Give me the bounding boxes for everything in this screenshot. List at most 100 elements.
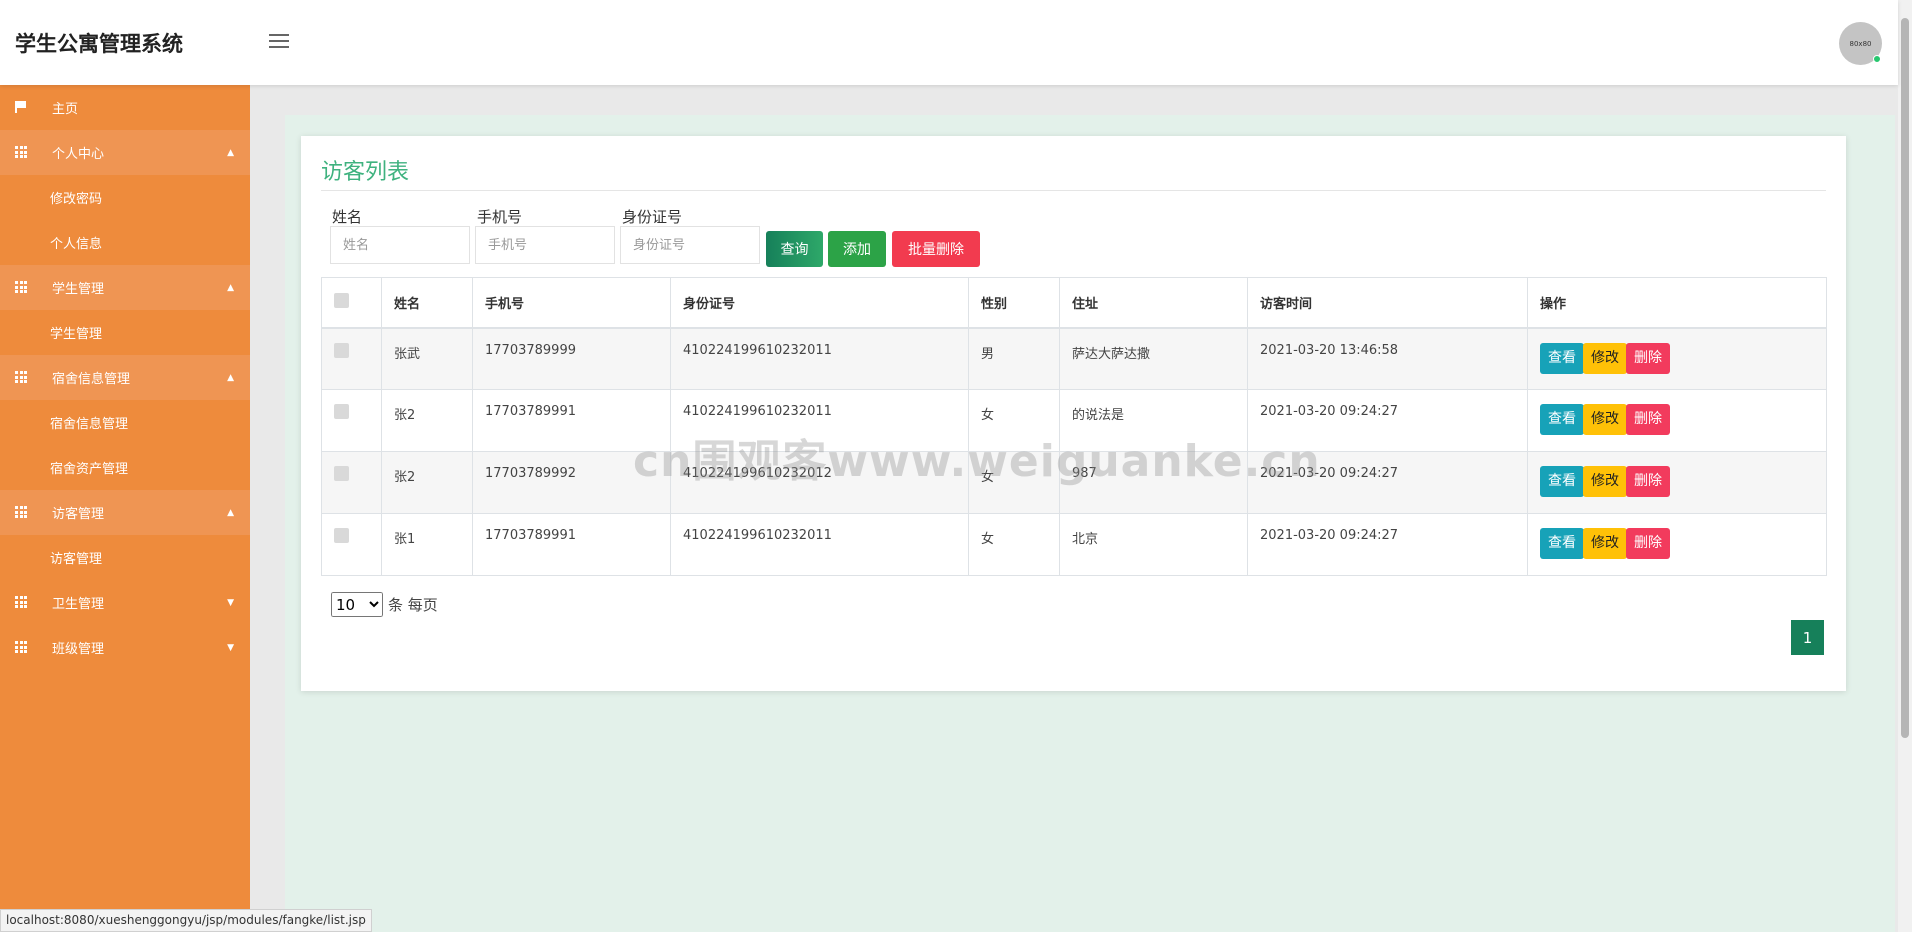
sidebar-group-label: 宿舍信息管理 <box>52 372 131 387</box>
search-button[interactable]: 查询 <box>766 231 823 267</box>
sidebar-item-personal-info[interactable]: 个人信息 <box>0 220 250 265</box>
sidebar-group-personal[interactable]: 个人中心 ▲ <box>0 130 250 175</box>
visit-time: 2021-03-20 13:46:58 <box>1247 327 1528 390</box>
status-bar-url: localhost:8080/xueshenggongyu/jsp/module… <box>0 909 372 932</box>
edit-button[interactable]: 修改 <box>1583 404 1627 435</box>
sidebar-item-student-management[interactable]: 学生管理 <box>0 310 250 355</box>
sidebar-group-label: 个人中心 <box>52 147 105 162</box>
visitor-phone: 17703789991 <box>472 513 671 576</box>
sidebar-group-label: 学生管理 <box>52 282 105 297</box>
row-actions: 查看 修改 删除 <box>1527 513 1827 576</box>
sidebar-item-change-password[interactable]: 修改密码 <box>0 175 250 220</box>
bulk-delete-button[interactable]: 批量删除 <box>892 231 980 267</box>
grid-icon <box>15 281 27 293</box>
chevron-up-icon: ▲ <box>227 282 234 293</box>
filter-name: 姓名 <box>330 206 470 264</box>
name-search-input[interactable] <box>330 226 470 264</box>
sidebar-group-students[interactable]: 学生管理 ▲ <box>0 265 250 310</box>
visitor-name: 张2 <box>381 451 473 514</box>
view-button[interactable]: 查看 <box>1540 528 1584 559</box>
visitor-name: 张武 <box>381 327 473 390</box>
row-checkbox[interactable] <box>334 342 349 358</box>
delete-button[interactable]: 删除 <box>1626 528 1670 559</box>
row-checkbox[interactable] <box>334 404 349 419</box>
sidebar-group-label: 班级管理 <box>52 642 105 657</box>
sidebar-group-class[interactable]: 班级管理 ▼ <box>0 625 250 670</box>
grid-icon <box>15 641 27 653</box>
delete-button[interactable]: 删除 <box>1626 404 1670 435</box>
select-all-header <box>321 277 382 329</box>
column-header: 性别 <box>968 277 1060 329</box>
chevron-up-icon: ▲ <box>227 372 234 383</box>
row-select-cell <box>321 451 382 514</box>
delete-button[interactable]: 删除 <box>1626 342 1670 374</box>
row-select-cell <box>321 327 382 390</box>
add-button[interactable]: 添加 <box>828 231 886 267</box>
id-filter-label: 身份证号 <box>622 208 683 226</box>
scrollbar-thumb[interactable] <box>1901 18 1909 738</box>
visitor-address: 北京 <box>1059 513 1248 576</box>
filter-phone: 手机号 <box>475 206 615 264</box>
sidebar-item-visitor-management[interactable]: 访客管理 <box>0 535 250 580</box>
table-row: 张武 17703789999 410224199610232011 男 萨达大萨… <box>321 327 1827 390</box>
visitor-phone: 17703789999 <box>472 327 671 390</box>
grid-icon <box>15 371 27 383</box>
visitor-list-card: 访客列表 姓名 手机号 身份证号 查询 添加 批量删除 姓名 手机号 身份证号 … <box>301 136 1846 691</box>
visitor-gender: 男 <box>968 327 1060 390</box>
page-size-control: 10 条 每页 <box>331 592 438 617</box>
row-select-cell <box>321 389 382 452</box>
avatar-placeholder-text: 80x80 <box>1849 39 1872 48</box>
edit-button[interactable]: 修改 <box>1583 528 1627 559</box>
visit-time: 2021-03-20 09:24:27 <box>1247 513 1528 576</box>
view-button[interactable]: 查看 <box>1540 404 1584 435</box>
view-button[interactable]: 查看 <box>1540 342 1584 374</box>
column-header: 姓名 <box>381 277 473 329</box>
view-button[interactable]: 查看 <box>1540 466 1584 497</box>
sidebar-item-dorm-info[interactable]: 宿舍信息管理 <box>0 400 250 445</box>
delete-button[interactable]: 删除 <box>1626 466 1670 497</box>
visitor-name: 张2 <box>381 389 473 452</box>
visitor-gender: 女 <box>968 513 1060 576</box>
grid-icon <box>15 596 27 608</box>
chevron-up-icon: ▲ <box>227 147 234 158</box>
row-checkbox[interactable] <box>334 466 349 481</box>
visitor-id-number: 410224199610232011 <box>670 327 969 390</box>
sidebar-group-label: 卫生管理 <box>52 597 105 612</box>
row-checkbox[interactable] <box>334 528 349 543</box>
edit-button[interactable]: 修改 <box>1583 342 1627 374</box>
visitor-id-number: 410224199610232011 <box>670 513 969 576</box>
sidebar-group-label: 访客管理 <box>52 507 105 522</box>
avatar[interactable]: 80x80 <box>1839 22 1882 65</box>
id-search-input[interactable] <box>620 226 760 264</box>
online-status-dot <box>1873 55 1881 63</box>
table-header-row: 姓名 手机号 身份证号 性别 住址 访客时间 操作 <box>321 277 1827 329</box>
column-header: 操作 <box>1527 277 1827 329</box>
menu-toggle-icon[interactable] <box>269 34 289 50</box>
row-actions: 查看 修改 删除 <box>1527 327 1827 390</box>
chevron-down-icon: ▼ <box>227 642 234 653</box>
filter-id: 身份证号 <box>620 206 760 264</box>
edit-button[interactable]: 修改 <box>1583 466 1627 497</box>
title-divider <box>321 190 1826 191</box>
column-header: 访客时间 <box>1247 277 1528 329</box>
page-size-select[interactable]: 10 <box>331 592 383 617</box>
page-size-suffix: 条 每页 <box>388 596 438 614</box>
sidebar-group-hygiene[interactable]: 卫生管理 ▼ <box>0 580 250 625</box>
grid-icon <box>15 146 27 158</box>
select-all-checkbox[interactable] <box>334 292 349 308</box>
sidebar-group-visitors[interactable]: 访客管理 ▲ <box>0 490 250 535</box>
column-header: 住址 <box>1059 277 1248 329</box>
watermark: cn围观客www.weiguanke.cn <box>633 436 1321 487</box>
page-number-button[interactable]: 1 <box>1791 620 1824 655</box>
sidebar-item-home[interactable]: 主页 <box>0 85 250 130</box>
sidebar-item-dorm-assets[interactable]: 宿舍资产管理 <box>0 445 250 490</box>
sidebar-group-dorm[interactable]: 宿舍信息管理 ▲ <box>0 355 250 400</box>
table-row: 张1 17703789991 410224199610232011 女 北京 2… <box>321 513 1827 576</box>
vertical-scrollbar[interactable] <box>1898 0 1912 932</box>
phone-search-input[interactable] <box>475 226 615 264</box>
visitor-name: 张1 <box>381 513 473 576</box>
column-header: 身份证号 <box>670 277 969 329</box>
flag-icon <box>15 101 27 113</box>
sidebar: 主页 个人中心 ▲ 修改密码 个人信息 学生管理 ▲ 学生管理 宿舍信息管理 ▲… <box>0 85 250 932</box>
phone-filter-label: 手机号 <box>477 208 523 226</box>
